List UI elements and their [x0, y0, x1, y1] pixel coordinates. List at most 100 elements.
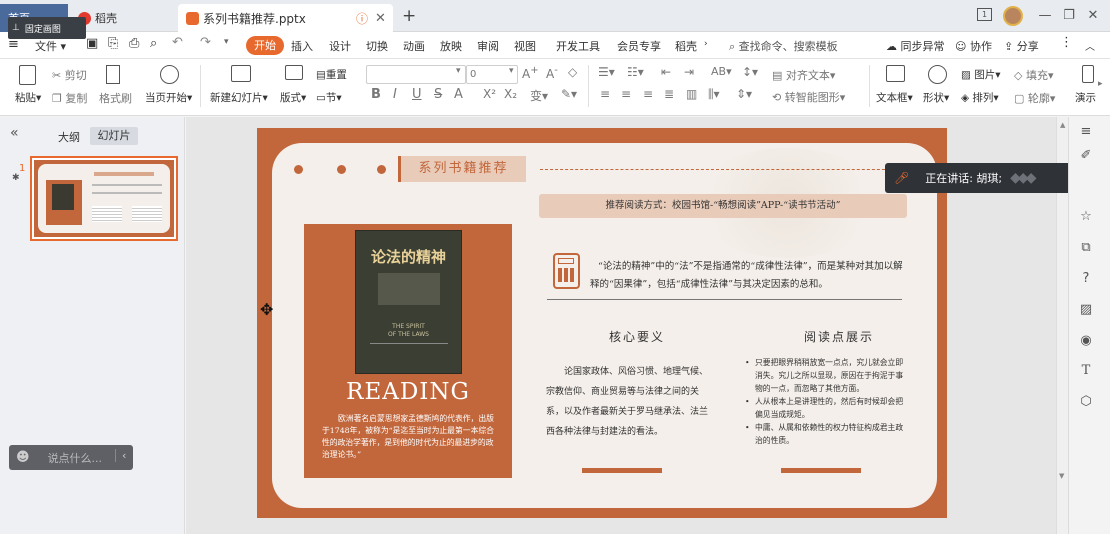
emoji-icon[interactable]: ☻	[16, 450, 30, 465]
copy-button[interactable]: ❐ 复制	[52, 90, 87, 106]
menu-developer[interactable]: 开发工具	[556, 38, 600, 54]
font-size-dropdown-icon[interactable]: ▾	[509, 66, 514, 76]
ribbon-scroll-right-icon[interactable]: ▸	[1098, 79, 1103, 89]
book-cover-image[interactable]: 论法的精神 THE SPIRIT OF THE LAWS	[355, 230, 462, 374]
collapse-ribbon-icon[interactable]: ︿	[1085, 38, 1095, 53]
shape-icon[interactable]	[928, 65, 947, 84]
settings-lines-icon[interactable]: ≡	[1078, 124, 1094, 140]
arrange-button[interactable]: ◈ 排列▾	[961, 90, 999, 105]
new-slide-button[interactable]: 新建幻灯片▾	[210, 90, 268, 105]
layout-button[interactable]: 版式▾	[280, 90, 306, 105]
more-options-icon[interactable]: ⋮	[1060, 35, 1073, 50]
superscript-icon[interactable]: X²	[483, 87, 496, 101]
location-icon[interactable]: ◉	[1078, 333, 1094, 349]
align-text-button[interactable]: ▤ 对齐文本▾	[772, 67, 835, 83]
align-center-icon[interactable]: ≡	[621, 87, 631, 101]
star-icon[interactable]: ☆	[1078, 209, 1094, 225]
text-direction-icon[interactable]: AB▾	[711, 65, 732, 78]
char-spacing-icon[interactable]: 变▾	[530, 87, 548, 104]
subtitle-box[interactable]: 推荐阅读方式：校园书馆-“畅想阅读”APP-“读书节活动”	[539, 194, 907, 218]
reset-button[interactable]: ▤重置	[316, 67, 347, 82]
shadow-icon[interactable]: A	[454, 87, 463, 102]
print-icon[interactable]: ⎙	[129, 36, 139, 51]
print-preview-icon[interactable]: ⌕	[150, 36, 157, 51]
scroll-down-icon[interactable]: ▼	[1059, 472, 1064, 480]
underline-icon[interactable]: U	[412, 87, 422, 102]
scroll-up-icon[interactable]: ▲	[1060, 121, 1065, 129]
comment-bar[interactable]: ☻ 说点什么... ‹	[9, 445, 133, 470]
export-pdf-icon[interactable]: ⎘	[108, 36, 118, 51]
quick-access-dropdown-icon[interactable]: ▾	[224, 37, 229, 47]
fill-button[interactable]: ◇ 填充▾	[1014, 67, 1054, 83]
align-left-icon[interactable]: ≡	[600, 87, 610, 101]
menu-insert[interactable]: 插入	[291, 38, 313, 54]
smart-art-button[interactable]: ⟲ 转智能图形▾	[772, 89, 845, 105]
play-button[interactable]: 演示	[1075, 90, 1096, 105]
align-right-icon[interactable]: ≡	[643, 87, 653, 101]
collab-button[interactable]: ☺ 协作	[955, 38, 992, 54]
subscript-icon[interactable]: X₂	[504, 87, 517, 101]
clear-format-icon[interactable]: ◇	[568, 65, 577, 79]
columns-icon[interactable]: ⫼▾	[708, 87, 720, 102]
help-icon[interactable]: ?	[1078, 271, 1094, 287]
tab-document[interactable]: 系列书籍推荐.pptx ⓘ ✕	[178, 4, 393, 32]
close-tab-icon[interactable]: ✕	[375, 11, 386, 26]
distribute-icon[interactable]: ▥	[686, 87, 697, 101]
textbox-button[interactable]: 文本框▾	[876, 90, 913, 105]
italic-icon[interactable]: I	[393, 87, 397, 102]
restore-icon[interactable]: ❐	[1061, 8, 1077, 24]
reading-points-title[interactable]: 阅读点展示	[804, 328, 874, 345]
new-tab-plus-icon[interactable]: +	[402, 6, 416, 26]
menu-review[interactable]: 审阅	[477, 38, 499, 54]
menu-member[interactable]: 会员专享	[617, 38, 661, 54]
collapse-comment-icon[interactable]: ‹	[115, 449, 126, 462]
avatar[interactable]	[1003, 6, 1023, 26]
menu-start[interactable]: 开始	[246, 36, 284, 55]
tab-outline[interactable]: 大纲	[58, 129, 80, 145]
layout-icon[interactable]: 1	[977, 8, 992, 21]
quote-text[interactable]: “论法的精神”中的“法”不是指通常的“成律性法律”，而是某种对其加以解释的“因果…	[590, 258, 908, 294]
increase-indent-icon[interactable]: ⇥	[684, 65, 694, 79]
bullet-list-icon[interactable]: ☰▾	[598, 65, 615, 79]
font-name-field[interactable]	[366, 65, 466, 84]
redo-icon[interactable]: ↷	[200, 35, 211, 50]
play-icon[interactable]	[1082, 65, 1094, 83]
paragraph-spacing-icon[interactable]: ⇕▾	[736, 87, 752, 101]
outline-button[interactable]: ▢ 轮廓▾	[1014, 90, 1055, 106]
tab-slides[interactable]: 幻灯片	[90, 127, 138, 145]
undo-icon[interactable]: ↶	[172, 35, 183, 50]
paste-icon[interactable]	[19, 65, 36, 85]
font-name-dropdown-icon[interactable]: ▾	[456, 66, 461, 76]
paste-button[interactable]: 粘贴▾	[15, 90, 41, 105]
close-window-icon[interactable]: ✕	[1085, 8, 1101, 24]
menu-design[interactable]: 设计	[329, 38, 351, 54]
menu-transition[interactable]: 切换	[366, 38, 388, 54]
copy-panel-icon[interactable]: ⧉	[1078, 240, 1094, 256]
reading-points-list[interactable]: • 只要把眼界稍稍放宽一点点，究儿就会立即消失。究儿之所以显现，原因在于拘泥于事物…	[743, 356, 908, 447]
hamburger-icon[interactable]: ≡	[8, 37, 19, 52]
menu-daoke[interactable]: 稻壳	[675, 38, 697, 54]
layout-icon[interactable]	[285, 65, 303, 80]
bold-icon[interactable]: B	[371, 87, 381, 102]
highlight-icon[interactable]: ✎▾	[561, 87, 577, 101]
menu-more-chevron-icon[interactable]: ›	[704, 39, 708, 49]
format-painter-button[interactable]: 格式刷	[99, 90, 132, 106]
cut-button[interactable]: ✂ 剪切	[52, 67, 87, 83]
from-current-button[interactable]: 当页开始▾	[145, 90, 192, 105]
format-painter-icon[interactable]	[106, 65, 120, 84]
play-from-current-icon[interactable]	[160, 65, 179, 84]
core-body[interactable]: 论国家政体、风俗习惯、地理气候、宗教信仰、商业贸易等与法律之间的关系，以及作者最…	[546, 362, 712, 442]
increase-font-icon[interactable]: A+	[522, 65, 539, 81]
slide-title-box[interactable]: 系列书籍推荐	[398, 156, 526, 182]
numbered-list-icon[interactable]: ☷▾	[627, 65, 644, 79]
save-icon[interactable]: ▣	[86, 36, 98, 51]
menu-animation[interactable]: 动画	[403, 38, 425, 54]
cube-icon[interactable]: ⬡	[1078, 394, 1094, 410]
menu-view[interactable]: 视图	[514, 38, 536, 54]
share-button[interactable]: ⇪ 分享	[1004, 38, 1039, 54]
strikethrough-icon[interactable]: S	[434, 87, 442, 102]
sync-status[interactable]: ☁ 同步异常	[886, 38, 945, 54]
minimize-icon[interactable]: —	[1037, 8, 1053, 24]
line-spacing-icon[interactable]: ↕▾	[742, 65, 758, 79]
section-button[interactable]: ▭节▾	[316, 90, 342, 105]
